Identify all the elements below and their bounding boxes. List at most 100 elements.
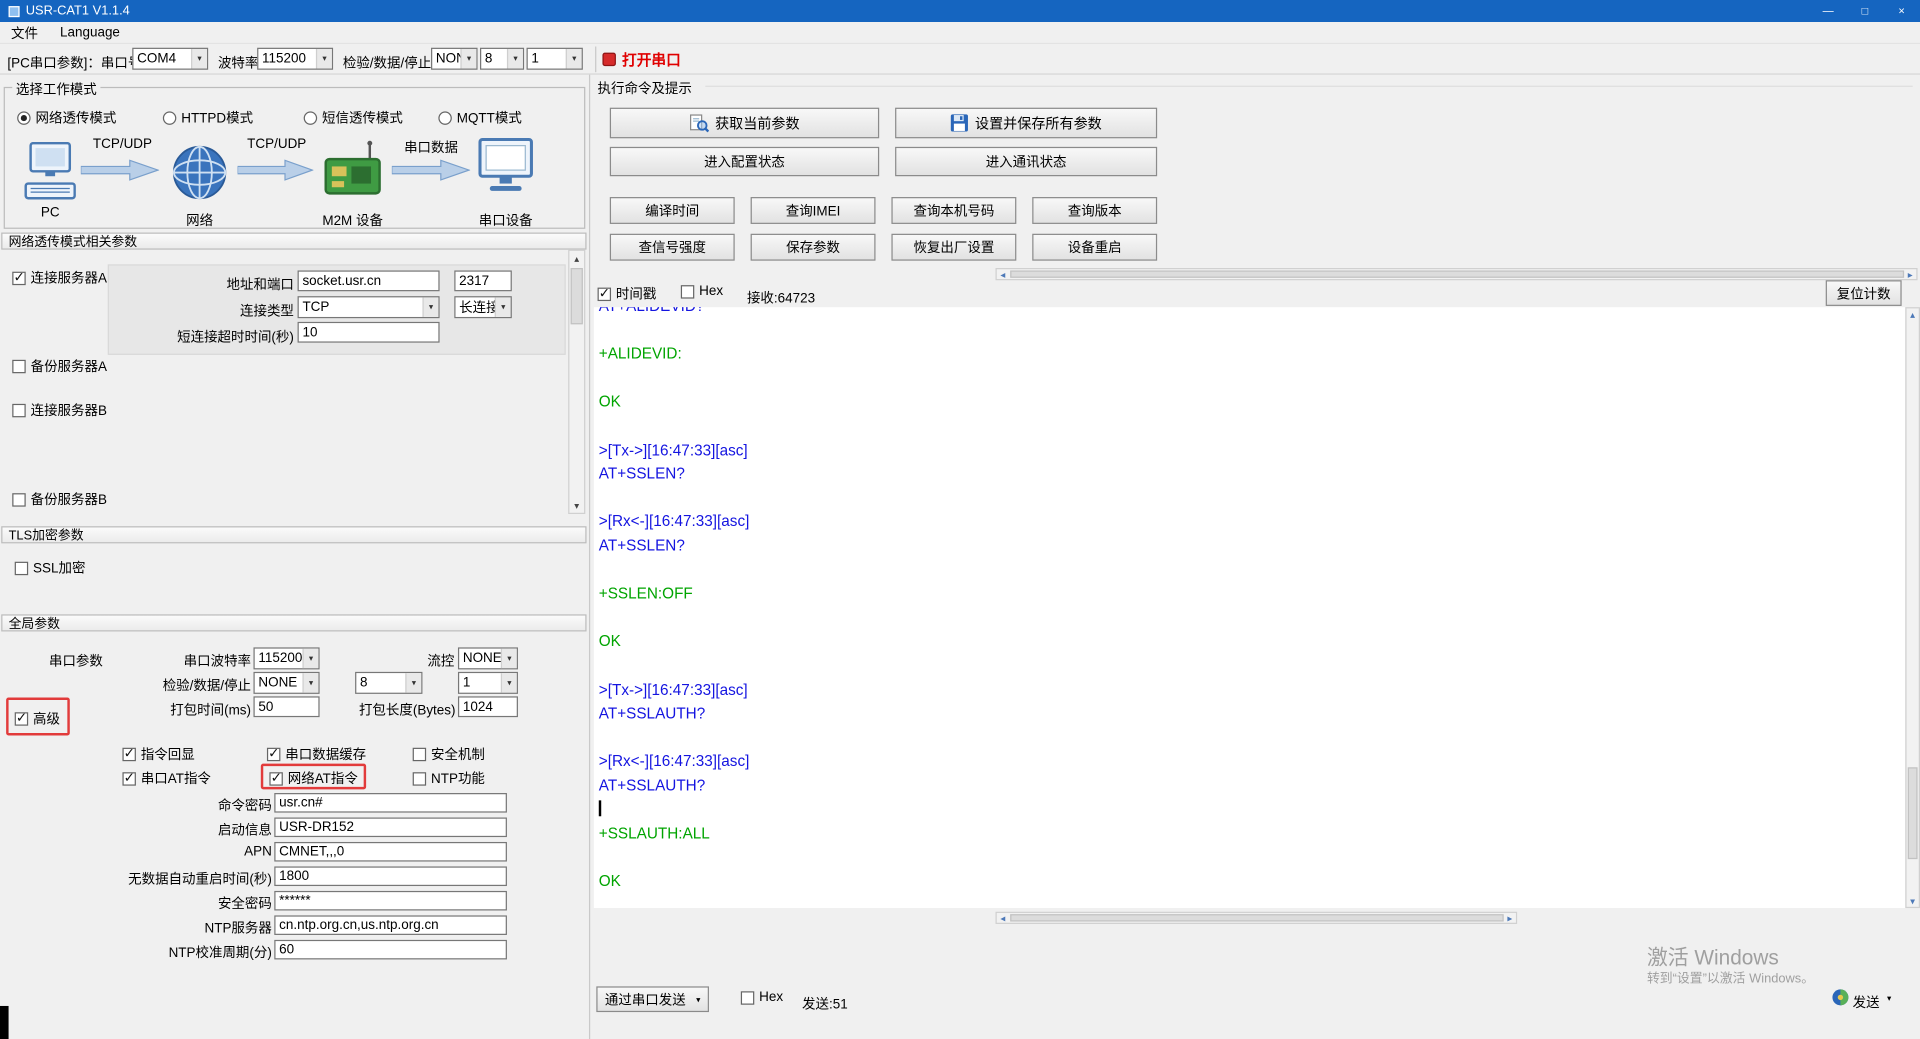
scroll-right-icon[interactable]: ▸ xyxy=(1504,912,1516,923)
baud-select[interactable]: 115200 ▾ xyxy=(257,47,334,70)
backup-b-checkbox[interactable]: 备份服务器B xyxy=(12,490,107,510)
title-bar[interactable]: USR-CAT1 V1.1.4 — □ × xyxy=(0,0,1920,23)
scrollbar-thumb[interactable] xyxy=(570,268,583,325)
log-vertical-scrollbar[interactable]: ▴ ▾ xyxy=(1905,307,1920,909)
log-bottom-scrollbar[interactable]: ◂ ▸ xyxy=(995,911,1518,924)
close-button[interactable]: × xyxy=(1883,0,1920,22)
g-flow-select[interactable]: NONE ▾ xyxy=(457,647,518,670)
scroll-up-icon[interactable]: ▴ xyxy=(569,251,584,266)
chevron-down-icon: ▾ xyxy=(696,995,701,1005)
chevron-down-icon: ▾ xyxy=(191,48,207,69)
server-b-checkbox[interactable]: 连接服务器B xyxy=(12,400,107,420)
g-stopbits-select[interactable]: 1 ▾ xyxy=(457,671,518,694)
backup-a-checkbox[interactable]: 备份服务器A xyxy=(12,356,107,376)
serial-cache-checkbox[interactable]: 串口数据缓存 xyxy=(266,744,366,764)
cmd-echo-checkbox[interactable]: 指令回显 xyxy=(122,744,195,764)
open-port-button[interactable]: 打开串口 xyxy=(602,49,681,70)
scrollbar-thumb[interactable] xyxy=(1010,270,1905,278)
g-databits-value: 8 xyxy=(360,675,368,691)
save-params-button[interactable]: 保存参数 xyxy=(750,233,876,261)
send-menu-arrow-icon[interactable]: ▾ xyxy=(1887,994,1891,1004)
scroll-down-icon[interactable]: ▾ xyxy=(1907,895,1919,907)
net-params-header[interactable]: 网络透传模式相关参数 xyxy=(1,232,587,250)
scrollbar-thumb[interactable] xyxy=(1010,914,1504,922)
global-params-header[interactable]: 全局参数 xyxy=(1,614,587,632)
signal-strength-button[interactable]: 查信号强度 xyxy=(609,233,735,261)
log-output[interactable]: AT+ALIDEVID? +ALIDEVID: OK >[Tx->][16:47:33… xyxy=(593,307,1906,909)
scroll-down-icon[interactable]: ▾ xyxy=(569,498,584,513)
menu-file[interactable]: 文件 xyxy=(0,23,49,43)
factory-reset-button[interactable]: 恢复出厂设置 xyxy=(891,233,1017,261)
auto-restart-input[interactable] xyxy=(274,866,507,887)
radio-httpd[interactable]: HTTPD模式 xyxy=(162,108,253,128)
maximize-button[interactable]: □ xyxy=(1847,0,1884,22)
send-via-serial-button[interactable]: 通过串口发送 ▾ xyxy=(596,986,709,1013)
stopbits-select[interactable]: 1 ▾ xyxy=(526,47,583,70)
query-imei-button[interactable]: 查询IMEI xyxy=(750,197,876,224)
packtime-input[interactable] xyxy=(253,696,320,718)
scroll-up-icon[interactable]: ▴ xyxy=(1907,308,1919,320)
tls-header[interactable]: TLS加密参数 xyxy=(1,526,587,544)
timestamp-checkbox[interactable]: 时间戳 xyxy=(597,284,656,304)
arrow-right-icon xyxy=(80,159,160,181)
databits-select[interactable]: 8 ▾ xyxy=(480,47,525,70)
log-line: OK xyxy=(598,872,621,891)
checkbox-label: Hex xyxy=(699,283,724,299)
net-at-checkbox[interactable]: 网络AT指令 xyxy=(269,769,358,789)
scrollbar-thumb[interactable] xyxy=(1907,767,1918,860)
ntp-server-input[interactable] xyxy=(274,915,507,935)
radio-net-passthrough[interactable]: 网络透传模式 xyxy=(17,108,116,128)
send-button[interactable]: 发送 xyxy=(1853,992,1880,1012)
set-save-params-button[interactable]: 设置并保存所有参数 xyxy=(895,107,1158,139)
g-stopbits-value: 1 xyxy=(462,675,471,691)
conn-type-select[interactable]: TCP ▾ xyxy=(297,296,440,319)
reset-counter-button[interactable]: 复位计数 xyxy=(1825,280,1902,306)
g-databits-select[interactable]: 8 ▾ xyxy=(355,671,423,694)
short-conn-timeout-input[interactable] xyxy=(297,321,440,343)
minimize-button[interactable]: — xyxy=(1810,0,1847,22)
server-port-input[interactable] xyxy=(454,270,512,292)
scroll-right-icon[interactable]: ▸ xyxy=(1904,269,1916,280)
keepalive-select[interactable]: 长连接 ▾ xyxy=(454,296,512,319)
security-password-input[interactable] xyxy=(274,890,507,911)
enter-config-button[interactable]: 进入配置状态 xyxy=(609,146,880,177)
query-phone-number-button[interactable]: 查询本机号码 xyxy=(891,197,1017,224)
radio-mqtt[interactable]: MQTT模式 xyxy=(438,108,522,128)
server-address-input[interactable] xyxy=(297,270,440,292)
g-parity-select[interactable]: NONE ▾ xyxy=(253,671,320,694)
chevron-down-icon: ▾ xyxy=(302,673,319,693)
chevron-down-icon: ▾ xyxy=(494,297,511,317)
get-params-button[interactable]: 获取当前参数 xyxy=(609,107,880,139)
parity-select[interactable]: NONI ▾ xyxy=(431,47,478,70)
compile-time-button[interactable]: 编译时间 xyxy=(609,197,735,224)
conn-type-value: TCP xyxy=(302,299,330,315)
boot-info-input[interactable] xyxy=(274,817,507,838)
enter-comm-button[interactable]: 进入通讯状态 xyxy=(895,146,1158,177)
packlen-input[interactable] xyxy=(457,696,518,718)
scroll-left-icon[interactable]: ◂ xyxy=(997,269,1009,280)
node-serial-label: 串口设备 xyxy=(478,214,533,229)
com-port-select[interactable]: COM4 ▾ xyxy=(132,47,209,70)
serial-at-checkbox[interactable]: 串口AT指令 xyxy=(122,769,211,789)
cmd-password-input[interactable] xyxy=(274,793,507,813)
net-params-scrollbar[interactable]: ▴ ▾ xyxy=(568,249,586,514)
ntp-checkbox[interactable]: NTP功能 xyxy=(412,769,485,789)
query-version-button[interactable]: 查询版本 xyxy=(1032,197,1158,224)
security-checkbox[interactable]: 安全机制 xyxy=(412,744,485,764)
advanced-checkbox[interactable]: 高级 xyxy=(14,709,60,729)
device-restart-button[interactable]: 设备重启 xyxy=(1032,233,1158,261)
scroll-left-icon[interactable]: ◂ xyxy=(997,912,1009,923)
ntp-period-input[interactable] xyxy=(274,939,507,960)
server-a-checkbox[interactable]: 连接服务器A xyxy=(12,268,107,288)
menu-language[interactable]: Language xyxy=(49,25,131,40)
g-baud-select[interactable]: 115200 ▾ xyxy=(253,647,320,670)
ssl-checkbox[interactable]: SSL加密 xyxy=(14,558,85,578)
checkbox-label: Hex xyxy=(759,990,784,1005)
log-top-scrollbar[interactable]: ◂ ▸ xyxy=(995,268,1918,281)
port-closed-icon xyxy=(602,52,616,67)
recv-hex-checkbox[interactable]: Hex xyxy=(680,283,724,299)
checkbox-label: 高级 xyxy=(33,712,60,727)
send-hex-checkbox[interactable]: Hex xyxy=(740,990,784,1005)
apn-input[interactable] xyxy=(274,841,507,862)
radio-sms[interactable]: 短信透传模式 xyxy=(303,108,403,128)
